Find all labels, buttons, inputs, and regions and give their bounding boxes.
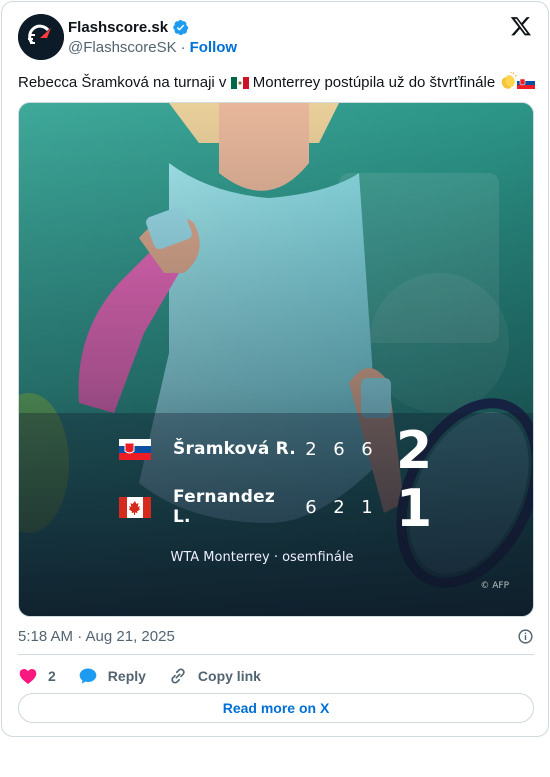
slovakia-flag-icon [119,438,151,460]
post-actions: 2 Reply Copy link [18,662,283,690]
post-text-part2: Monterrey postúpila už do štvrťfinále [248,74,500,91]
canada-flag-icon [119,496,151,518]
divider [18,654,534,655]
read-more-button[interactable]: Read more on X [18,693,534,723]
x-logo-icon[interactable] [510,15,532,37]
reply-label: Reply [107,668,146,684]
link-icon [171,668,185,684]
player2-set3: 1 [361,496,373,518]
post-text: Rebecca Šramková na turnaji v Monterrey … [18,72,536,93]
timestamp-row: 5:18 AM · Aug 21, 2025 [18,628,534,645]
account-display-name[interactable]: Flashscore.sk [68,19,168,36]
heart-icon [19,669,37,684]
scoreboard-overlay: Šramková R. 2 6 6 2 Fernandez L. 6 2 1 1 [19,103,533,616]
copy-link-label: Copy link [197,668,261,684]
reply-button[interactable]: Reply [78,666,146,686]
event-caption: WTA Monterrey · osemfinále [170,550,354,565]
player1-set2: 6 [333,438,345,460]
separator-dot: · [180,39,186,56]
info-icon[interactable] [517,628,534,645]
verified-badge-icon [173,19,189,36]
player1-sets-won: 2 [396,421,433,481]
copy-link-button[interactable]: Copy link [168,666,261,686]
player2-set2: 2 [333,496,345,518]
player1-name: Šramková R. [173,439,296,459]
post-text-part1: Rebecca Šramková na turnaji v [18,74,231,91]
player1-set3: 6 [361,438,373,460]
player2-sets-won: 1 [396,479,433,539]
flashscore-logo-icon [18,14,64,60]
player1-set1: 2 [305,438,317,460]
player2-set1: 6 [305,496,317,518]
player2-name: Fernandez L. [173,487,275,527]
post-image[interactable]: Šramková R. 2 6 6 2 Fernandez L. 6 2 1 1 [18,102,534,617]
like-button[interactable]: 2 [18,666,56,686]
embedded-post-card: Flashscore.sk @FlashscoreSK · Follow Reb… [1,1,549,737]
mexico-flag-icon [230,77,249,89]
like-count: 2 [48,668,56,684]
account-handle[interactable]: @FlashscoreSK [68,39,177,56]
slovakia-flag-icon [517,77,536,89]
scoreboard-row-player2: Fernandez L. 6 2 1 [119,487,381,527]
scoreboard-row-player1: Šramková R. 2 6 6 [119,429,381,469]
post-timestamp[interactable]: 5:18 AM · Aug 21, 2025 [18,628,175,645]
photo-credit: © AFP [480,581,509,591]
follow-button[interactable]: Follow [190,39,238,56]
account-avatar[interactable] [18,14,64,60]
clapping-hands-icon [502,72,518,89]
reply-bubble-icon [79,668,97,684]
